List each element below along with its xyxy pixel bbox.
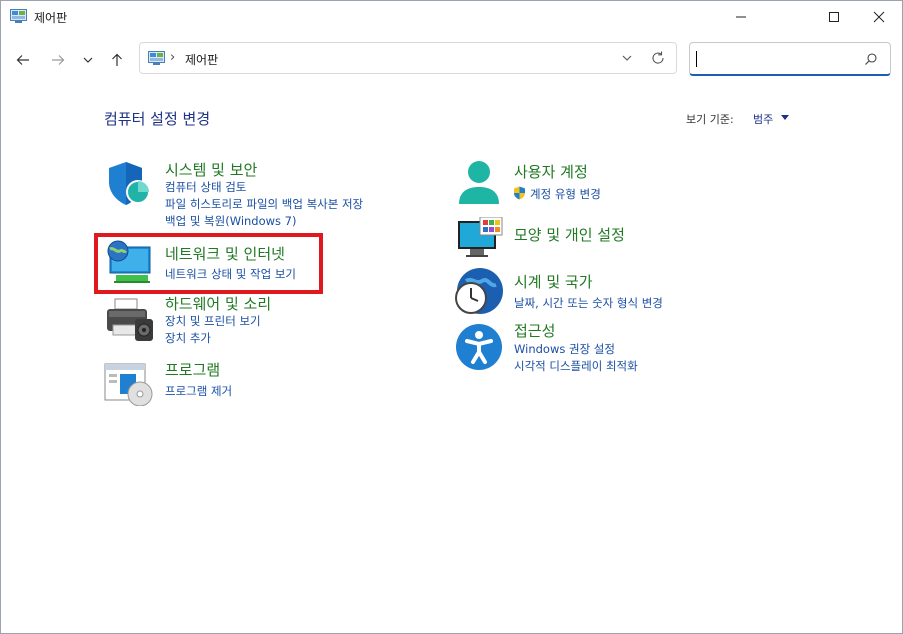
search-input[interactable] (689, 42, 891, 76)
breadcrumb-control-panel[interactable]: 제어판 (185, 51, 218, 68)
navigation-bar: › 제어판 (1, 32, 902, 88)
link-change-date-time-number-formats[interactable]: 날짜, 시간 또는 숫자 형식 변경 (514, 295, 663, 311)
link-file-history-backup[interactable]: 파일 히스토리로 파일의 백업 복사본 저장 (165, 196, 363, 212)
clock-globe-icon[interactable] (454, 267, 504, 317)
category-title-ease-of-access[interactable]: 접근성 (514, 320, 555, 341)
link-change-account-type[interactable]: 계정 유형 변경 (530, 186, 601, 202)
arrow-left-icon (16, 55, 29, 65)
arrow-right-icon (52, 55, 65, 65)
close-button[interactable] (856, 1, 902, 32)
up-button[interactable] (106, 49, 128, 71)
programs-disc-icon[interactable] (104, 362, 154, 406)
link-optimize-visual-display[interactable]: 시각적 디스플레이 최적화 (514, 358, 638, 374)
breadcrumb-separator[interactable]: › (170, 50, 175, 65)
view-by-label: 보기 기준: (686, 113, 734, 126)
close-icon (873, 11, 885, 22)
link-windows-recommended-settings[interactable]: Windows 권장 설정 (514, 341, 615, 357)
control-panel-icon (10, 9, 27, 23)
link-devices-printers[interactable]: 장치 및 프린터 보기 (165, 313, 261, 329)
minimize-button[interactable] (718, 1, 764, 32)
page-title: 컴퓨터 설정 변경 (104, 110, 211, 128)
recent-locations-button[interactable] (77, 49, 99, 71)
view-by-dropdown-arrow-icon[interactable] (781, 115, 789, 120)
link-add-device[interactable]: 장치 추가 (165, 330, 211, 346)
highlight-box (94, 233, 323, 294)
accessibility-icon[interactable] (455, 323, 503, 371)
control-panel-icon (148, 51, 165, 65)
monitor-personalize-icon[interactable] (456, 217, 504, 259)
category-title-hardware-sound[interactable]: 하드웨어 및 소리 (165, 293, 271, 314)
shield-icon[interactable] (105, 159, 151, 207)
printer-icon[interactable] (105, 297, 155, 343)
maximize-button[interactable] (811, 1, 857, 32)
category-title-system-security[interactable]: 시스템 및 보안 (165, 159, 257, 180)
category-title-user-accounts[interactable]: 사용자 계정 (514, 161, 588, 182)
link-review-computer-status[interactable]: 컴퓨터 상태 검토 (165, 179, 246, 195)
view-by-dropdown[interactable]: 범주 (753, 111, 773, 127)
category-title-appearance-personalization[interactable]: 모양 및 개인 설정 (514, 224, 625, 245)
maximize-icon (829, 11, 839, 22)
control-panel-window: 제어판 › 제어판 컴퓨터 설정 변경 보기 기준: 범주 시스템 및 보안 컴… (0, 0, 903, 634)
link-uninstall-program[interactable]: 프로그램 제거 (165, 383, 232, 399)
refresh-icon[interactable] (650, 50, 666, 66)
forward-button[interactable] (47, 49, 69, 71)
link-backup-restore[interactable]: 백업 및 복원(Windows 7) (165, 213, 297, 229)
category-title-clock-region[interactable]: 시계 및 국가 (514, 271, 593, 292)
address-dropdown-icon[interactable] (620, 51, 634, 65)
user-icon[interactable] (457, 160, 501, 208)
text-caret (696, 51, 697, 67)
chevron-down-icon (83, 57, 93, 63)
uac-shield-icon (514, 186, 525, 200)
back-button[interactable] (12, 49, 34, 71)
window-title: 제어판 (34, 11, 68, 25)
search-icon[interactable] (864, 52, 878, 66)
arrow-up-icon (112, 53, 122, 66)
address-bar[interactable]: › 제어판 (139, 42, 677, 74)
category-title-programs[interactable]: 프로그램 (165, 359, 220, 380)
title-bar[interactable]: 제어판 (1, 1, 902, 32)
minimize-icon (736, 16, 746, 17)
